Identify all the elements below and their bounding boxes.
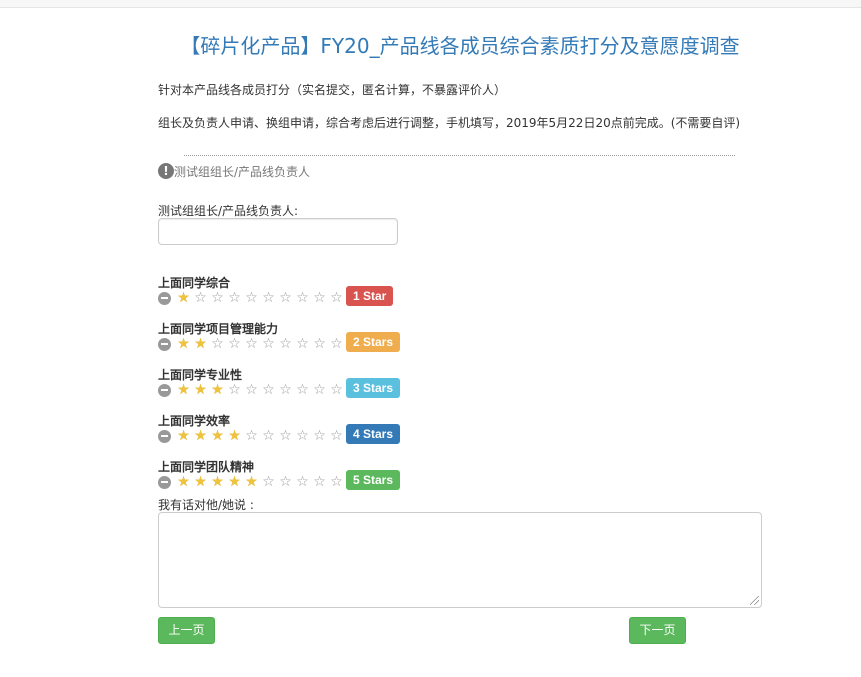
star-empty-icon[interactable]: ☆ [277,290,294,306]
star-empty-icon[interactable]: ☆ [260,382,277,398]
rating-row: ★ ★ ★ ★ ☆ ☆ ☆ ☆ ☆ ☆ [158,428,345,444]
rating-badge: 5 Stars [346,470,401,490]
clear-rating-icon[interactable] [158,337,171,351]
page-description: 针对本产品线各成员打分（实名提交，匿名计算，不暴露评价人） [158,83,507,97]
star-empty-icon[interactable]: ☆ [311,474,328,490]
star-empty-icon[interactable]: ☆ [260,336,277,352]
star-empty-icon[interactable]: ☆ [277,428,294,444]
rating-row: ★ ☆ ☆ ☆ ☆ ☆ ☆ ☆ ☆ ☆ [158,290,345,306]
star-filled-icon[interactable]: ★ [175,290,192,306]
star-filled-icon[interactable]: ★ [192,428,209,444]
rating-item: 上面同学综合 ★ ☆ ☆ ☆ ☆ ☆ ☆ ☆ ☆ ☆ 1 Star [158,274,458,314]
star-empty-icon[interactable]: ☆ [294,290,311,306]
star-empty-icon[interactable]: ☆ [243,382,260,398]
clear-rating-icon[interactable] [158,429,171,443]
star-filled-icon[interactable]: ★ [209,428,226,444]
star-empty-icon[interactable]: ☆ [294,474,311,490]
star-empty-icon[interactable]: ☆ [209,336,226,352]
clear-rating-icon[interactable] [158,475,171,489]
section-divider [184,155,735,156]
rating-badge: 2 Stars [346,332,401,352]
star-empty-icon[interactable]: ☆ [243,290,260,306]
star-empty-icon[interactable]: ☆ [226,336,243,352]
star-filled-icon[interactable]: ★ [175,474,192,490]
star-empty-icon[interactable]: ☆ [311,428,328,444]
star-empty-icon[interactable]: ☆ [209,290,226,306]
info-icon: ! [158,163,174,179]
star-filled-icon[interactable]: ★ [192,474,209,490]
clear-rating-icon[interactable] [158,383,171,397]
star-empty-icon[interactable]: ☆ [294,382,311,398]
comment-label: 我有话对他/她说 : [158,498,254,512]
star-rating-input[interactable]: ★ ★ ★ ★ ★ ☆ ☆ ☆ ☆ ☆ [175,474,345,490]
star-empty-icon[interactable]: ☆ [328,382,345,398]
rating-item: 上面同学效率 ★ ★ ★ ★ ☆ ☆ ☆ ☆ ☆ ☆ 4 Stars [158,412,458,452]
rating-badge: 4 Stars [346,424,401,444]
rating-row: ★ ★ ★ ★ ★ ☆ ☆ ☆ ☆ ☆ [158,474,345,490]
star-empty-icon[interactable]: ☆ [277,474,294,490]
star-empty-icon[interactable]: ☆ [260,428,277,444]
rating-item: 上面同学专业性 ★ ★ ★ ☆ ☆ ☆ ☆ ☆ ☆ ☆ 3 Stars [158,366,458,406]
star-filled-icon[interactable]: ★ [175,336,192,352]
rating-label: 上面同学效率 [158,414,231,428]
rating-label: 上面同学专业性 [158,368,243,382]
star-empty-icon[interactable]: ☆ [328,474,345,490]
star-filled-icon[interactable]: ★ [226,428,243,444]
star-filled-icon[interactable]: ★ [192,382,209,398]
star-empty-icon[interactable]: ☆ [226,290,243,306]
star-filled-icon[interactable]: ★ [175,428,192,444]
section-title: 测试组组长/产品线负责人 [174,164,311,179]
clear-rating-icon[interactable] [158,291,171,305]
leader-field-label: 测试组组长/产品线负责人: [158,204,299,218]
rating-item: 上面同学项目管理能力 ★ ★ ☆ ☆ ☆ ☆ ☆ ☆ ☆ ☆ 2 Stars [158,320,458,360]
leader-name-input[interactable] [158,218,398,245]
star-empty-icon[interactable]: ☆ [277,336,294,352]
star-empty-icon[interactable]: ☆ [226,382,243,398]
star-rating-input[interactable]: ★ ☆ ☆ ☆ ☆ ☆ ☆ ☆ ☆ ☆ [175,290,345,306]
top-bar [0,0,861,8]
star-filled-icon[interactable]: ★ [209,474,226,490]
star-empty-icon[interactable]: ☆ [192,290,209,306]
rating-label: 上面同学综合 [158,276,231,290]
star-rating-input[interactable]: ★ ★ ☆ ☆ ☆ ☆ ☆ ☆ ☆ ☆ [175,336,345,352]
section-header: ! 测试组组长/产品线负责人 [158,162,310,180]
star-empty-icon[interactable]: ☆ [294,428,311,444]
rating-row: ★ ★ ☆ ☆ ☆ ☆ ☆ ☆ ☆ ☆ [158,336,345,352]
resize-handle-icon[interactable] [750,596,759,605]
star-empty-icon[interactable]: ☆ [260,474,277,490]
prev-page-button[interactable]: 上一页 [158,617,215,644]
rating-badge: 3 Stars [346,378,401,398]
rating-row: ★ ★ ★ ☆ ☆ ☆ ☆ ☆ ☆ ☆ [158,382,345,398]
star-filled-icon[interactable]: ★ [226,474,243,490]
page-instructions: 组长及负责人申请、换组申请，综合考虑后进行调整，手机填写，2019年5月22日2… [158,116,741,130]
rating-badge: 1 Star [346,286,394,306]
star-filled-icon[interactable]: ★ [192,336,209,352]
comment-textarea[interactable] [158,512,762,608]
next-page-button[interactable]: 下一页 [629,617,686,644]
star-empty-icon[interactable]: ☆ [311,382,328,398]
star-empty-icon[interactable]: ☆ [294,336,311,352]
star-empty-icon[interactable]: ☆ [260,290,277,306]
star-filled-icon[interactable]: ★ [175,382,192,398]
star-empty-icon[interactable]: ☆ [328,290,345,306]
star-rating-input[interactable]: ★ ★ ★ ★ ☆ ☆ ☆ ☆ ☆ ☆ [175,428,345,444]
star-empty-icon[interactable]: ☆ [311,290,328,306]
page-title: 【碎片化产品】FY20_产品线各成员综合素质打分及意愿度调查 [180,34,740,58]
star-empty-icon[interactable]: ☆ [243,428,260,444]
rating-label: 上面同学项目管理能力 [158,322,279,336]
star-empty-icon[interactable]: ☆ [311,336,328,352]
star-rating-input[interactable]: ★ ★ ★ ☆ ☆ ☆ ☆ ☆ ☆ ☆ [175,382,345,398]
rating-item: 上面同学团队精神 ★ ★ ★ ★ ★ ☆ ☆ ☆ ☆ ☆ 5 Stars [158,458,458,498]
star-empty-icon[interactable]: ☆ [328,428,345,444]
star-empty-icon[interactable]: ☆ [277,382,294,398]
star-empty-icon[interactable]: ☆ [243,336,260,352]
star-empty-icon[interactable]: ☆ [328,336,345,352]
star-filled-icon[interactable]: ★ [209,382,226,398]
rating-label: 上面同学团队精神 [158,460,255,474]
star-filled-icon[interactable]: ★ [243,474,260,490]
